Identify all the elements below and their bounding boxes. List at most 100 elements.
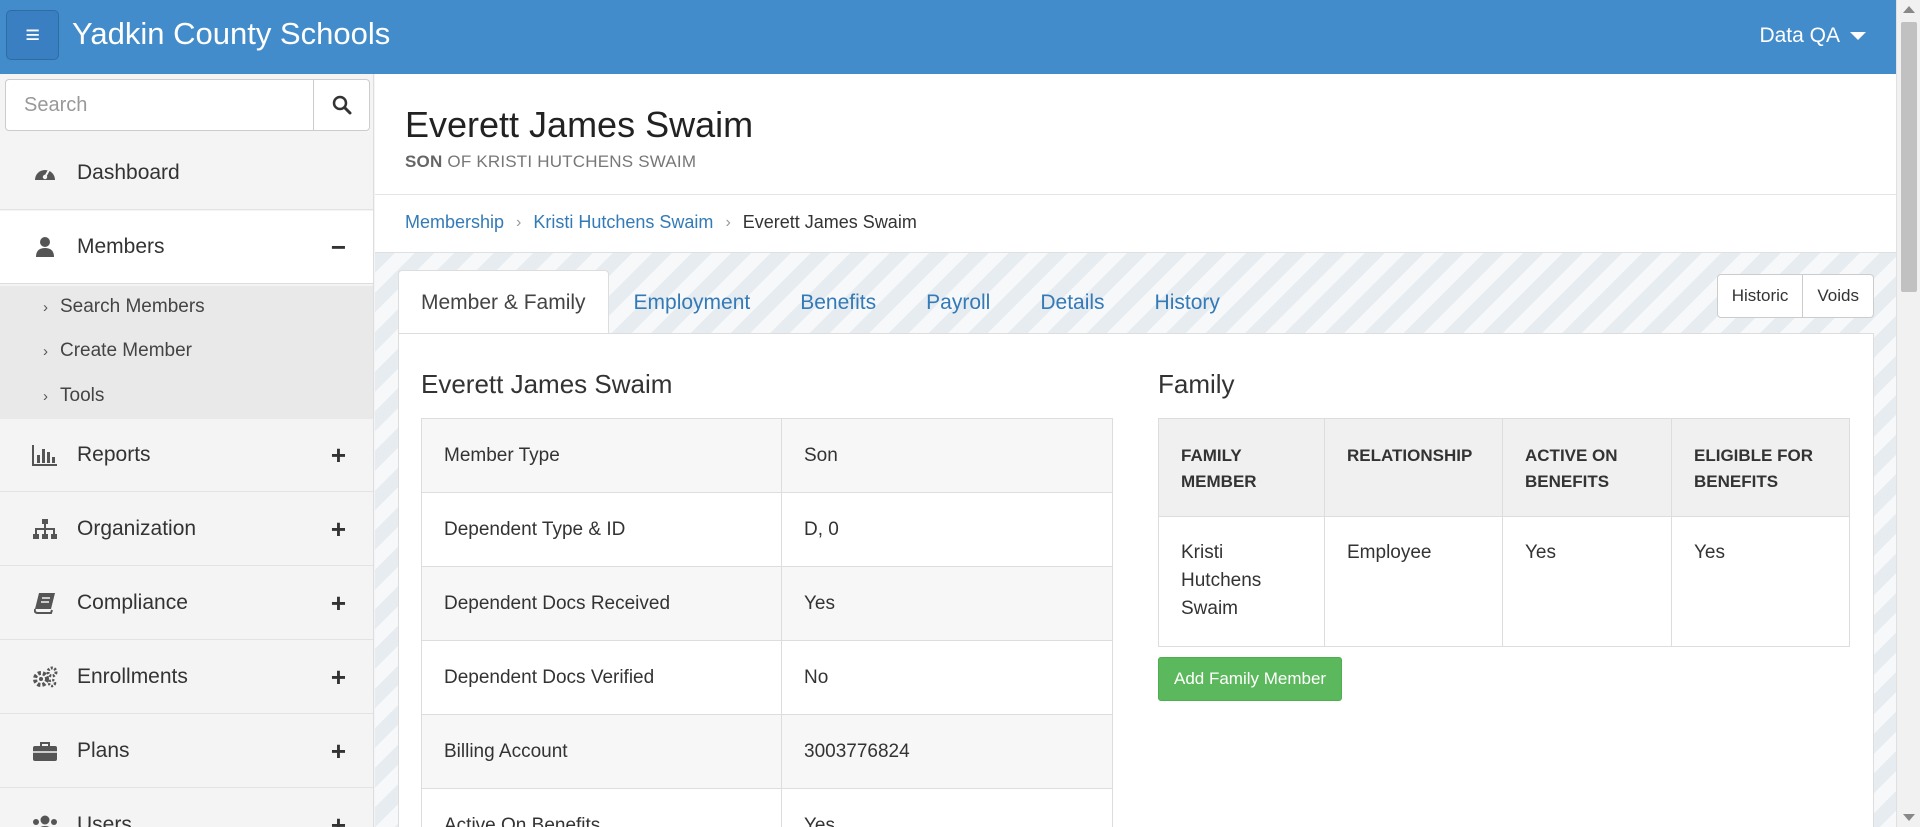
family-active-on-benefits: Yes bbox=[1502, 516, 1672, 647]
sidebar: Dashboard Members − › Search Members › C… bbox=[0, 74, 374, 827]
search-input[interactable] bbox=[5, 79, 313, 131]
sidebar-item-label: Organization bbox=[77, 517, 197, 540]
chevron-right-icon: › bbox=[43, 387, 48, 405]
breadcrumb-current: Everett James Swaim bbox=[742, 212, 917, 232]
sidebar-item-compliance[interactable]: Compliance + bbox=[0, 567, 373, 640]
sitemap-icon bbox=[31, 515, 59, 543]
submenu-item-label: Create Member bbox=[60, 340, 192, 361]
submenu-item-search-members[interactable]: › Search Members bbox=[43, 296, 205, 318]
sidebar-item-users[interactable]: Users + bbox=[0, 789, 373, 827]
column-header: ELIGIBLE FOR BENEFITS bbox=[1671, 418, 1850, 517]
expand-icon[interactable]: + bbox=[331, 588, 346, 619]
chevron-right-icon: › bbox=[43, 298, 48, 316]
scrollbar-thumb[interactable] bbox=[1901, 22, 1917, 292]
expand-icon[interactable]: + bbox=[331, 440, 346, 471]
row-key: Active On Benefits bbox=[421, 788, 782, 827]
book-icon bbox=[31, 589, 59, 617]
table-row: Billing Account 3003776824 bbox=[421, 714, 1113, 789]
sidebar-item-label: Members bbox=[77, 235, 165, 258]
tab-benefits[interactable]: Benefits bbox=[775, 272, 901, 334]
column-header: FAMILY MEMBER bbox=[1158, 418, 1325, 517]
search-icon bbox=[332, 95, 351, 115]
member-family-panel: Everett James Swaim Member Type Son Depen… bbox=[398, 333, 1874, 827]
header-divider bbox=[375, 194, 1896, 195]
table-row: Dependent Docs Verified No bbox=[421, 640, 1113, 715]
collapse-icon[interactable]: − bbox=[331, 232, 346, 263]
submenu-item-create-member[interactable]: › Create Member bbox=[43, 340, 192, 362]
expand-icon[interactable]: + bbox=[331, 662, 346, 693]
table-row: Active On Benefits Yes bbox=[421, 788, 1113, 827]
table-header-row: FAMILY MEMBER RELATIONSHIP ACTIVE ON BEN… bbox=[1158, 418, 1850, 517]
row-value: Son bbox=[781, 418, 1113, 493]
briefcase-icon bbox=[31, 737, 59, 765]
expand-icon[interactable]: + bbox=[331, 514, 346, 545]
table-row: Member Type Son bbox=[421, 418, 1113, 493]
breadcrumb-link-membership[interactable]: Membership bbox=[405, 212, 504, 233]
row-value: D, 0 bbox=[781, 492, 1113, 567]
submenu-item-tools[interactable]: › Tools bbox=[43, 385, 104, 407]
tab-payroll[interactable]: Payroll bbox=[901, 272, 1015, 334]
row-value: Yes bbox=[781, 566, 1113, 641]
sidebar-item-dashboard[interactable]: Dashboard bbox=[0, 137, 373, 210]
family-eligible-for-benefits: Yes bbox=[1671, 516, 1850, 647]
brand-title[interactable]: Yadkin County Schools bbox=[72, 16, 390, 52]
expand-icon[interactable]: + bbox=[331, 736, 346, 767]
search-button[interactable] bbox=[313, 79, 370, 131]
chevron-right-icon: › bbox=[43, 342, 48, 360]
row-key: Dependent Docs Verified bbox=[421, 640, 782, 715]
breadcrumb: Membership › Kristi Hutchens Swaim › Eve… bbox=[405, 212, 917, 233]
subtitle-rest: OF KRISTI HUTCHENS SWAIM bbox=[447, 152, 697, 171]
column-header: ACTIVE ON BENEFITS bbox=[1502, 418, 1672, 517]
breadcrumb-link-parent[interactable]: Kristi Hutchens Swaim bbox=[533, 212, 713, 233]
tab-employment[interactable]: Employment bbox=[609, 272, 776, 334]
page-title: Everett James Swaim bbox=[405, 104, 754, 145]
gears-icon bbox=[31, 663, 59, 691]
main-content: Everett James Swaim SON OF KRISTI HUTCHE… bbox=[375, 74, 1896, 827]
top-navbar: ≡ Yadkin County Schools Data QA bbox=[0, 0, 1896, 74]
sidebar-item-reports[interactable]: Reports + bbox=[0, 419, 373, 492]
tab-bar: Member & Family Employment Benefits Payr… bbox=[398, 270, 1245, 334]
user-icon bbox=[31, 233, 59, 261]
sidebar-item-label: Compliance bbox=[77, 591, 188, 614]
view-toggle-group: Historic Voids bbox=[1716, 274, 1874, 318]
row-key: Billing Account bbox=[421, 714, 782, 789]
family-member-name[interactable]: Kristi Hutchens Swaim bbox=[1158, 516, 1325, 647]
add-family-member-button[interactable]: Add Family Member bbox=[1158, 657, 1343, 701]
subtitle-relation: SON bbox=[405, 152, 443, 171]
sidebar-item-members[interactable]: Members − bbox=[0, 211, 373, 284]
submenu-item-label: Tools bbox=[60, 385, 105, 406]
table-row: Dependent Type & ID D, 0 bbox=[421, 492, 1113, 567]
scroll-up-arrow-icon[interactable] bbox=[1903, 6, 1915, 13]
member-info-table: Member Type Son Dependent Type & ID D, 0 D… bbox=[421, 418, 1113, 827]
users-icon bbox=[31, 811, 59, 827]
row-key: Dependent Docs Received bbox=[421, 566, 782, 641]
row-value: Yes bbox=[781, 788, 1113, 827]
sidebar-item-organization[interactable]: Organization + bbox=[0, 493, 373, 566]
members-submenu: › Search Members › Create Member › Tools bbox=[0, 286, 373, 419]
row-value: No bbox=[781, 640, 1113, 715]
sidebar-item-label: Enrollments bbox=[77, 665, 188, 688]
submenu-item-label: Search Members bbox=[60, 296, 205, 317]
expand-icon[interactable]: + bbox=[331, 810, 346, 827]
user-menu[interactable]: Data QA bbox=[1759, 24, 1866, 48]
row-key: Member Type bbox=[421, 418, 782, 493]
sidebar-item-label: Users bbox=[77, 813, 132, 827]
family-section-title: Family bbox=[1158, 369, 1235, 399]
voids-button[interactable]: Voids bbox=[1803, 274, 1874, 318]
table-row[interactable]: Kristi Hutchens Swaim Employee Yes Yes bbox=[1158, 516, 1850, 647]
page-scrollbar[interactable] bbox=[1896, 0, 1920, 827]
tab-member-family[interactable]: Member & Family bbox=[398, 270, 609, 334]
tab-history[interactable]: History bbox=[1130, 272, 1245, 334]
chevron-right-icon: › bbox=[516, 213, 522, 231]
sidebar-item-plans[interactable]: Plans + bbox=[0, 715, 373, 788]
tab-details[interactable]: Details bbox=[1015, 272, 1129, 334]
historic-button[interactable]: Historic bbox=[1716, 274, 1804, 318]
sidebar-item-label: Plans bbox=[77, 739, 130, 762]
member-section-title: Everett James Swaim bbox=[421, 369, 673, 399]
chevron-right-icon: › bbox=[725, 213, 731, 231]
hamburger-menu-icon[interactable]: ≡ bbox=[6, 10, 59, 60]
bar-chart-icon bbox=[31, 441, 59, 469]
sidebar-item-enrollments[interactable]: Enrollments + bbox=[0, 641, 373, 714]
user-menu-label: Data QA bbox=[1759, 24, 1840, 47]
scroll-down-arrow-icon[interactable] bbox=[1903, 814, 1915, 821]
